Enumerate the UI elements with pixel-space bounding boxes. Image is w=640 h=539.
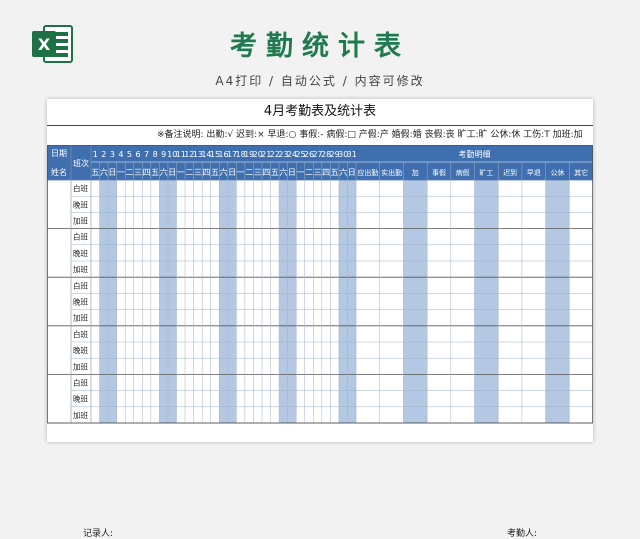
shift-label: 晚班 [73, 394, 88, 404]
weekend-column [167, 180, 177, 423]
weekend-column [99, 180, 109, 423]
legend-text: ※备注说明: 出勤:√ 迟到:× 早退:○ 事假:- 病假:□ 产假:产 婚假:… [157, 130, 583, 140]
header-date: 日期 [51, 149, 67, 158]
sheet-title: 4月考勤表及统计表 [47, 99, 593, 126]
stats-title: 考勤明细 [459, 149, 491, 159]
day-number: 31 [347, 150, 357, 159]
weekend-column [287, 180, 297, 423]
weekday-label: 二 [185, 168, 193, 177]
weekday-label: 日 [348, 168, 356, 177]
stats-column-header: 事假 [432, 168, 446, 177]
weekday-label: 五 [211, 168, 219, 177]
header-name: 姓名 [51, 167, 67, 177]
stats-shaded-column [545, 180, 570, 423]
weekday-label: 六 [100, 167, 108, 177]
weekend-column [279, 180, 288, 423]
shift-label: 加班 [73, 313, 88, 323]
stats-column-header: 病假 [456, 168, 470, 177]
shift-label: 晚班 [73, 199, 88, 209]
day-number: 4 [118, 150, 123, 159]
attendance-sheet: 4月考勤表及统计表 ※备注说明: 出勤:√ 迟到:× 早退:○ 事假:- 病假:… [47, 99, 593, 539]
weekday-label: 三 [314, 168, 322, 177]
weekday-label: 四 [143, 168, 151, 177]
day-number: 8 [153, 150, 158, 159]
shift-label: 晚班 [73, 248, 88, 258]
weekday-label: 日 [288, 168, 296, 177]
shift-label: 加班 [73, 216, 88, 226]
shift-label: 白班 [73, 232, 88, 242]
weekday-label: 日 [108, 168, 116, 177]
template-preview: X 考勤统计表 A4打印 / 自动公式 / 内容可修改 4月考勤表及统计表 ※备… [0, 0, 640, 539]
day-number: 7 [144, 150, 149, 159]
shift-label: 晚班 [73, 345, 88, 355]
weekend-column [219, 180, 228, 423]
day-number: 2 [101, 150, 106, 159]
weekday-label: 三 [254, 168, 262, 177]
stats-column-header: 应出勤 [357, 168, 378, 177]
weekend-column [108, 180, 117, 423]
shift-label: 白班 [73, 280, 88, 290]
weekday-label: 六 [160, 167, 168, 177]
stats-shaded-column [474, 180, 499, 423]
stats-column-header: 早退 [527, 168, 541, 177]
weekday-label: 六 [220, 167, 228, 177]
weekday-label: 四 [202, 168, 210, 177]
shift-label: 加班 [73, 361, 88, 371]
shift-label: 晚班 [73, 297, 88, 307]
shift-label: 白班 [73, 329, 88, 339]
weekday-label: 六 [339, 167, 347, 177]
stats-shaded-column [403, 180, 428, 423]
stats-column-header: 旷工 [479, 168, 493, 177]
recorder-label: 记录人: [83, 529, 114, 539]
weekday-label: 一 [117, 168, 125, 177]
weekday-label: 五 [91, 168, 99, 177]
grid-border [47, 145, 593, 424]
legend-note: ※备注说明: 出勤:√ 迟到:× 早退:○ 事假:- 病假:□ 产假:产 婚假:… [47, 126, 593, 145]
day-number: 1 [93, 150, 98, 159]
weekday-label: 四 [262, 168, 270, 177]
weekday-label: 三 [194, 168, 202, 177]
day-number: 9 [161, 150, 166, 159]
stats-column-header: 迟到 [503, 169, 517, 177]
checker-label: 考勤人: [507, 529, 538, 539]
stats-column-header: 加 [412, 168, 419, 177]
weekend-column [159, 180, 168, 423]
header-shift: 班次 [73, 158, 89, 168]
weekday-label: 一 [237, 168, 245, 177]
day-number: 5 [127, 150, 132, 159]
weekday-label: 二 [305, 168, 313, 177]
shift-label: 加班 [73, 410, 88, 420]
stats-column-header: 其它 [574, 168, 588, 177]
attendance-grid: 日期姓名班次1五2六3日4一5二6三7四8五9六10日11一12二13三14四1… [47, 145, 593, 424]
weekend-column [347, 180, 357, 423]
weekday-label: 一 [177, 168, 185, 177]
weekday-label: 日 [228, 168, 236, 177]
weekday-label: 五 [271, 168, 279, 177]
stats-column-header: 实出勤 [381, 168, 402, 177]
day-number: 3 [110, 150, 115, 159]
weekday-label: 日 [168, 168, 176, 177]
shift-label: 白班 [73, 183, 88, 193]
banner-subtitle: A4打印 / 自动公式 / 内容可修改 [215, 74, 425, 88]
weekday-label: 二 [245, 168, 253, 177]
day-number: 6 [135, 150, 140, 159]
weekend-column [227, 180, 237, 423]
shift-label: 加班 [73, 264, 88, 274]
weekday-label: 一 [296, 168, 304, 177]
shift-label: 白班 [73, 378, 88, 388]
weekday-label: 三 [134, 168, 142, 177]
weekday-label: 五 [331, 168, 339, 177]
weekday-label: 五 [151, 168, 159, 177]
weekend-column [338, 180, 348, 423]
weekday-label: 六 [279, 167, 287, 177]
weekday-label: 四 [322, 168, 330, 177]
stats-column-header: 公休 [550, 168, 564, 177]
banner-title: 考勤统计表 [230, 31, 410, 62]
weekday-label: 二 [125, 168, 133, 177]
